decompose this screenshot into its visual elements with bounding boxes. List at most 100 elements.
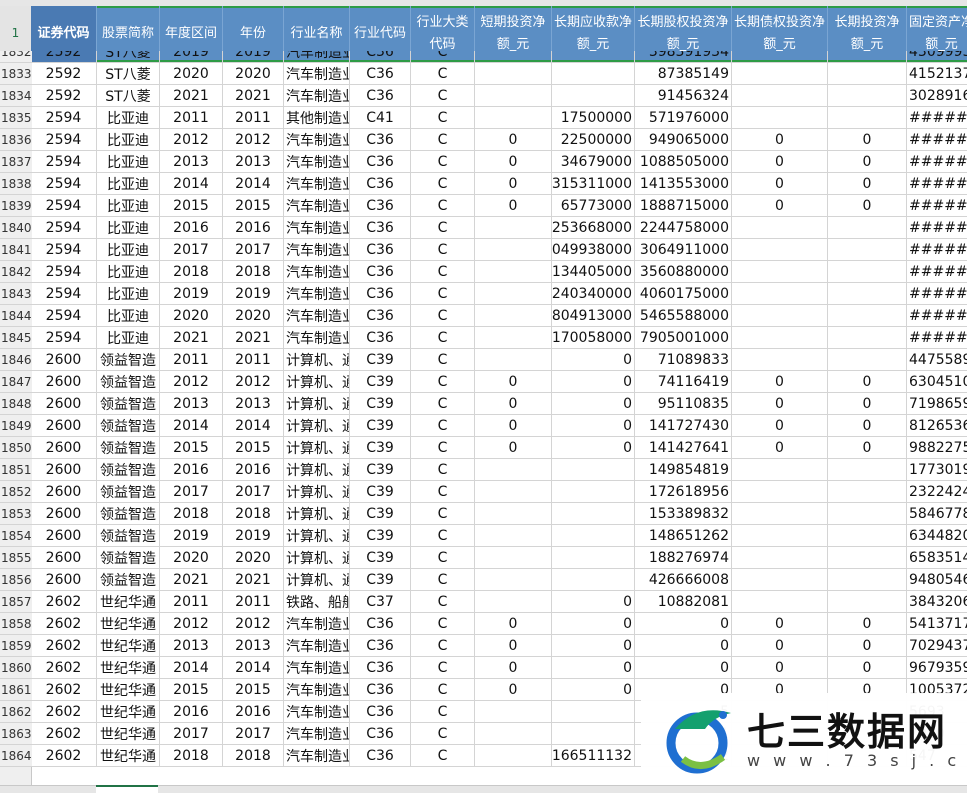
table-cell[interactable]: C xyxy=(411,481,475,502)
table-cell[interactable]: C36 xyxy=(350,195,411,216)
table-cell[interactable]: 计算机、通信和其他电子设备制造业 xyxy=(284,459,350,480)
table-cell[interactable]: 2021 xyxy=(223,85,284,106)
table-cell[interactable]: 0 xyxy=(732,657,828,678)
table-cell[interactable]: 2013 xyxy=(160,635,223,656)
table-cell[interactable] xyxy=(475,547,552,568)
table-cell[interactable] xyxy=(732,305,828,326)
table-cell[interactable]: 计算机、通信和其他电子设备制造业 xyxy=(284,349,350,370)
table-cell[interactable]: 0 xyxy=(635,635,732,656)
table-cell[interactable]: C xyxy=(411,327,475,348)
table-cell[interactable]: ST八菱 xyxy=(97,51,160,62)
table-cell[interactable]: 比亚迪 xyxy=(97,195,160,216)
table-cell[interactable]: C36 xyxy=(350,239,411,260)
table-cell[interactable]: 2013 xyxy=(160,151,223,172)
table-cell[interactable]: C xyxy=(411,635,475,656)
table-cell[interactable] xyxy=(828,261,907,282)
table-cell[interactable] xyxy=(732,327,828,348)
row-number[interactable]: 1849 xyxy=(0,415,32,436)
table-cell[interactable]: 0 xyxy=(475,195,552,216)
table-cell[interactable] xyxy=(475,349,552,370)
table-cell[interactable]: C xyxy=(411,151,475,172)
table-cell[interactable] xyxy=(475,283,552,304)
table-cell[interactable]: ST八菱 xyxy=(97,63,160,84)
table-cell[interactable]: C36 xyxy=(350,261,411,282)
table-cell[interactable]: 2011 xyxy=(223,349,284,370)
table-cell[interactable]: C39 xyxy=(350,349,411,370)
table-cell[interactable]: C37 xyxy=(350,591,411,612)
table-cell[interactable]: C xyxy=(411,107,475,128)
table-cell[interactable]: C xyxy=(411,51,475,62)
table-cell[interactable]: 2600 xyxy=(31,415,97,436)
row-number[interactable]: 1835 xyxy=(0,107,32,128)
table-cell[interactable]: C36 xyxy=(350,679,411,700)
table-cell[interactable]: 0 xyxy=(828,173,907,194)
row-number[interactable]: 1836 xyxy=(0,129,32,150)
table-cell[interactable]: 65835140 xyxy=(907,547,967,568)
table-cell[interactable]: 计算机、通信和其他电子设备制造业 xyxy=(284,481,350,502)
table-cell[interactable] xyxy=(732,591,828,612)
table-row[interactable]: 1840 2594 比亚迪 2016 2016 汽车制造业 C36 C 253668000 224… xyxy=(0,217,967,239)
table-cell[interactable]: 2018 xyxy=(223,261,284,282)
table-cell[interactable] xyxy=(552,547,635,568)
table-cell[interactable] xyxy=(552,723,635,744)
table-cell[interactable] xyxy=(732,525,828,546)
table-row[interactable]: 18482600领益智造20132013计算机、通信和其他电子设备制造业C39C… xyxy=(0,393,967,415)
table-cell[interactable] xyxy=(475,745,552,766)
table-cell[interactable] xyxy=(732,85,828,106)
table-cell[interactable]: 2592 xyxy=(31,63,97,84)
table-cell[interactable]: 2012 xyxy=(223,129,284,150)
table-cell[interactable]: 0 xyxy=(552,415,635,436)
table-cell[interactable]: 领益智造 xyxy=(97,503,160,524)
table-cell[interactable]: 2602 xyxy=(31,701,97,722)
table-row[interactable]: 18472600领益智造20122012计算机、通信和其他电子设备制造业C39C… xyxy=(0,371,967,393)
table-cell[interactable]: 95110835 xyxy=(635,393,732,414)
table-cell[interactable]: 汽车制造业 xyxy=(284,63,350,84)
table-cell[interactable]: 2594 xyxy=(31,239,97,260)
table-cell[interactable]: ######## xyxy=(907,151,967,172)
table-cell[interactable]: C xyxy=(411,129,475,150)
table-cell[interactable]: 0 xyxy=(475,657,552,678)
table-cell[interactable]: 汽车制造业 xyxy=(284,613,350,634)
table-cell[interactable]: 1240340000 xyxy=(552,283,635,304)
table-cell[interactable] xyxy=(475,569,552,590)
table-cell[interactable] xyxy=(475,459,552,480)
table-cell[interactable]: 2600 xyxy=(31,503,97,524)
table-cell[interactable]: 65773000 xyxy=(552,195,635,216)
table-cell[interactable]: 2020 xyxy=(160,547,223,568)
table-cell[interactable]: 0 xyxy=(732,151,828,172)
table-cell[interactable]: 0 xyxy=(732,129,828,150)
table-cell[interactable]: 1413553000 xyxy=(635,173,732,194)
row-number[interactable]: 1844 xyxy=(0,305,32,326)
table-cell[interactable] xyxy=(475,327,552,348)
table-row[interactable]: 18432594比亚迪20192019汽车制造业C36C124034000040… xyxy=(0,283,967,305)
table-cell[interactable]: 2018 xyxy=(223,745,284,766)
table-cell[interactable]: ######## xyxy=(907,239,967,260)
table-cell[interactable]: C39 xyxy=(350,503,411,524)
table-cell[interactable]: C39 xyxy=(350,459,411,480)
table-cell[interactable] xyxy=(732,283,828,304)
table-cell[interactable]: C36 xyxy=(350,51,411,62)
table-row[interactable]: 1833 2592 ST八菱 2020 2020 汽车制造业 C36 C 87385149 415… xyxy=(0,63,967,85)
table-cell[interactable] xyxy=(552,459,635,480)
table-cell[interactable]: 汽车制造业 xyxy=(284,151,350,172)
table-cell[interactable]: 0 xyxy=(828,415,907,436)
row-number[interactable]: 1851 xyxy=(0,459,32,480)
table-cell[interactable]: 领益智造 xyxy=(97,393,160,414)
table-cell[interactable]: 2600 xyxy=(31,459,97,480)
table-cell[interactable]: C39 xyxy=(350,415,411,436)
row-number[interactable]: 1833 xyxy=(0,63,32,84)
table-cell[interactable]: C36 xyxy=(350,613,411,634)
table-cell[interactable] xyxy=(552,481,635,502)
table-cell[interactable]: C xyxy=(411,459,475,480)
table-cell[interactable]: 比亚迪 xyxy=(97,129,160,150)
table-row[interactable]: 1836 2594 比亚迪 2012 2012 汽车制造业 C36 C 0 22500000 949… xyxy=(0,129,967,151)
table-cell[interactable]: 0 xyxy=(828,151,907,172)
sheet-tab-active[interactable] xyxy=(96,785,158,793)
table-cell[interactable]: 5413717 xyxy=(907,613,967,634)
table-cell[interactable]: 2021 xyxy=(160,327,223,348)
table-cell[interactable]: 汽车制造业 xyxy=(284,327,350,348)
table-cell[interactable]: 比亚迪 xyxy=(97,151,160,172)
table-cell[interactable]: C36 xyxy=(350,63,411,84)
table-cell[interactable]: 2600 xyxy=(31,525,97,546)
table-cell[interactable]: 汽车制造业 xyxy=(284,217,350,238)
